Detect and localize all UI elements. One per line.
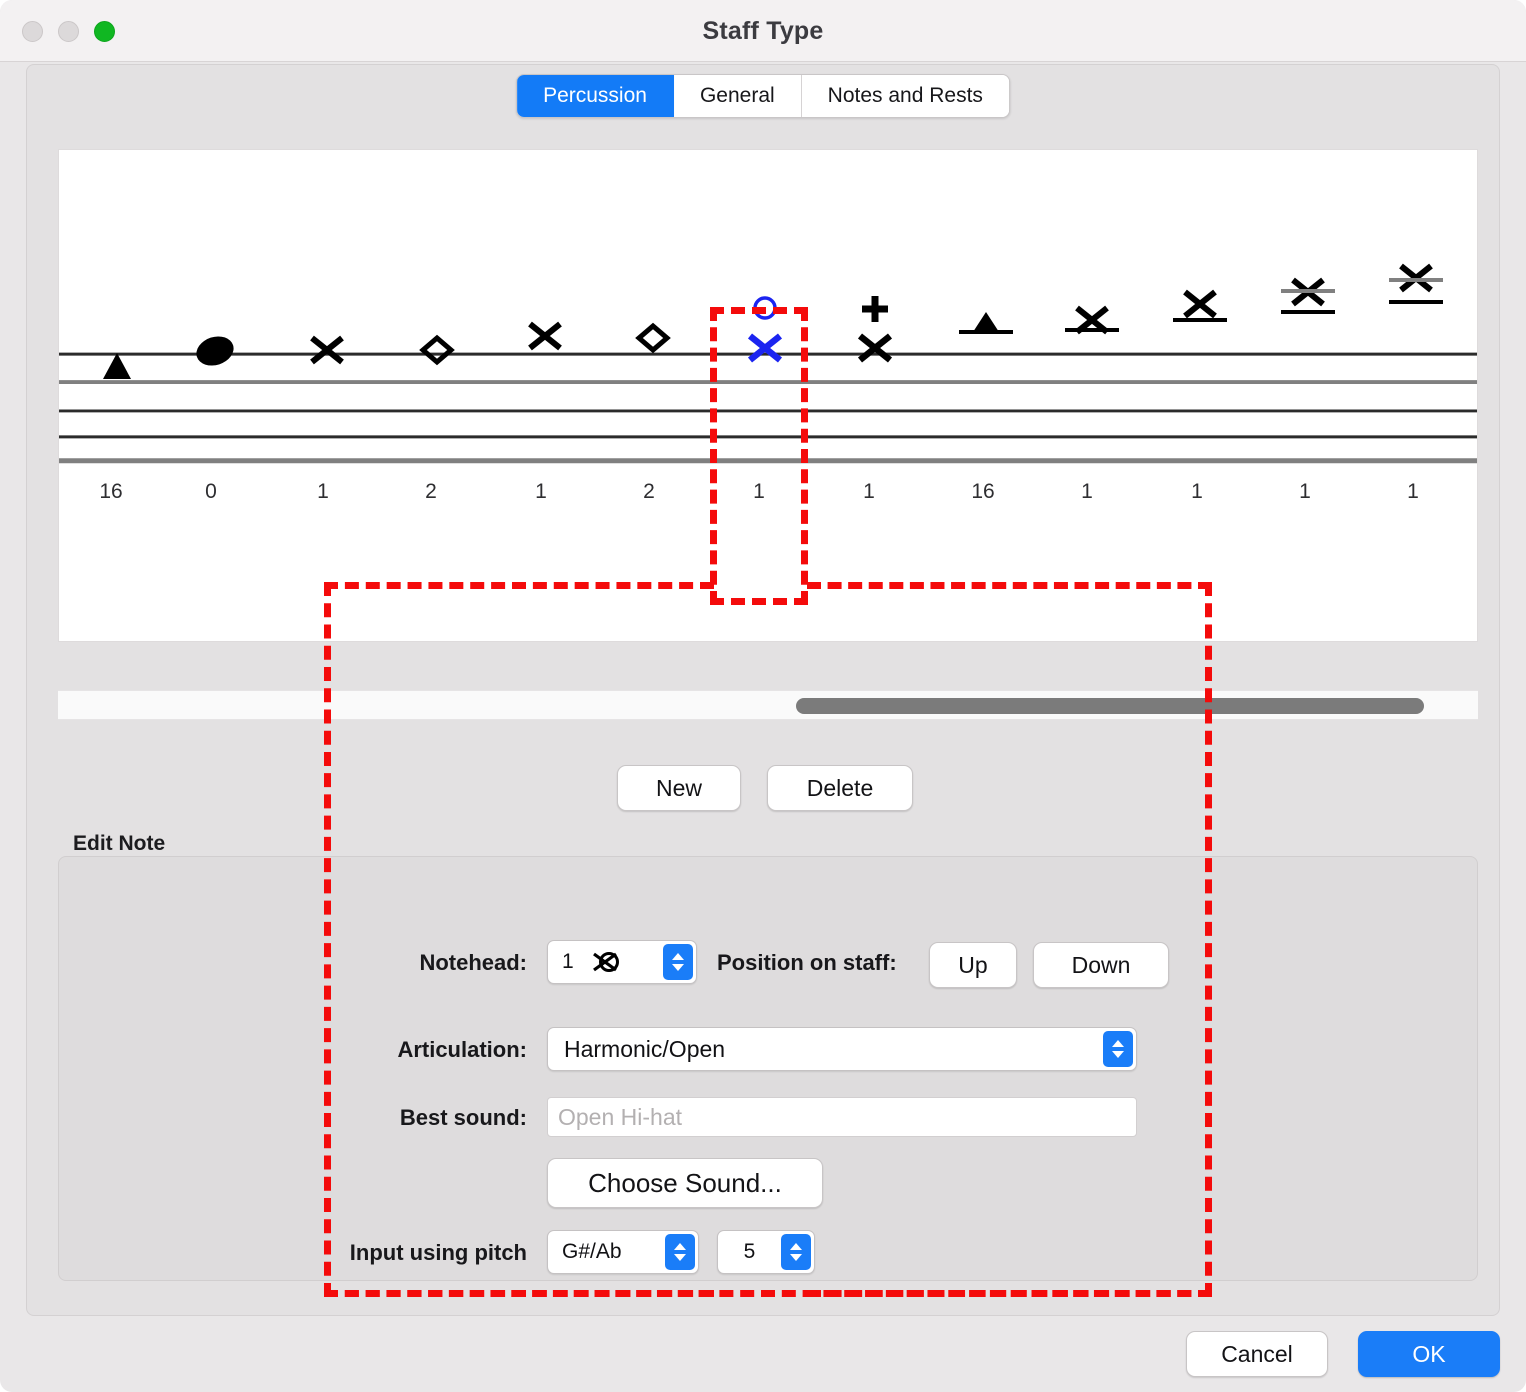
- staff-note-10[interactable]: [1169, 286, 1231, 342]
- x-notehead-double-ledger-icon: [1389, 263, 1443, 304]
- staff-note-7[interactable]: [847, 290, 903, 370]
- ok-button[interactable]: OK: [1358, 1331, 1500, 1377]
- articulation-value: Harmonic/Open: [564, 1035, 726, 1062]
- note-number-10: 1: [1191, 480, 1203, 503]
- note-number-7: 1: [863, 480, 875, 503]
- staff-note-8[interactable]: [955, 302, 1017, 350]
- octave-select[interactable]: 5: [717, 1230, 815, 1274]
- staff-note-4[interactable]: [519, 316, 571, 360]
- staff-note-1[interactable]: [189, 333, 241, 371]
- pitch-select-arrows[interactable]: [665, 1234, 695, 1270]
- notehead-index-row: 16 0 1 2 1 2 1 1 16 1 1 1 1: [59, 480, 1477, 510]
- note-number-1: 0: [205, 480, 217, 503]
- new-button[interactable]: New: [617, 765, 741, 811]
- edit-note-group-label: Edit Note: [73, 832, 166, 855]
- diamond-notehead-icon: [419, 334, 455, 366]
- note-number-12: 1: [1407, 480, 1419, 503]
- note-number-6: 1: [753, 480, 765, 503]
- staff-note-3[interactable]: [411, 330, 463, 374]
- staff-type-dialog: Staff Type Percussion General Notes and …: [0, 0, 1526, 1392]
- pitch-select[interactable]: G#/Ab: [547, 1230, 699, 1274]
- horizontal-scrollbar[interactable]: [58, 690, 1478, 720]
- notehead-label: Notehead:: [419, 950, 527, 975]
- cancel-button[interactable]: Cancel: [1186, 1331, 1328, 1377]
- octave-select-arrows[interactable]: [781, 1234, 811, 1270]
- x-notehead-ledger-icon: [1065, 305, 1119, 335]
- note-number-0: 16: [99, 480, 123, 503]
- edit-note-annotation-box-bottom: [324, 1290, 1212, 1297]
- x-notehead-harmonic-open-icon: [747, 296, 783, 363]
- note-number-5: 2: [643, 480, 655, 503]
- tab-bar: Percussion General Notes and Rests: [516, 74, 1010, 118]
- staff-note-11[interactable]: [1277, 274, 1339, 340]
- scrollbar-thumb[interactable]: [796, 698, 1424, 714]
- window-titlebar: Staff Type: [0, 0, 1526, 62]
- notehead-stepper[interactable]: 1: [547, 940, 697, 984]
- choose-sound-button[interactable]: Choose Sound...: [547, 1158, 823, 1208]
- octave-value: 5: [743, 1240, 756, 1263]
- staff-note-12[interactable]: [1385, 262, 1447, 332]
- articulation-label: Articulation:: [397, 1037, 527, 1062]
- staff-lines: [59, 352, 1477, 464]
- articulation-select[interactable]: Harmonic/Open: [547, 1027, 1137, 1071]
- position-up-button[interactable]: Up: [929, 942, 1017, 988]
- note-number-9: 1: [1081, 480, 1093, 503]
- tab-percussion[interactable]: Percussion: [517, 75, 674, 117]
- notehead-value: 1: [562, 950, 574, 973]
- input-using-pitch-label: Input using pitch: [349, 1240, 527, 1265]
- note-number-2: 1: [317, 480, 329, 503]
- x-notehead-plus-closed-icon: [857, 296, 893, 363]
- staff-note-2[interactable]: [301, 330, 353, 374]
- x-notehead-icon: [528, 321, 562, 351]
- note-number-8: 16: [971, 480, 995, 503]
- best-sound-field[interactable]: Open Hi-hat: [547, 1097, 1137, 1137]
- tab-notes-and-rests[interactable]: Notes and Rests: [801, 75, 1009, 117]
- articulation-select-arrows[interactable]: [1103, 1031, 1133, 1067]
- staff-note-9[interactable]: [1061, 300, 1123, 350]
- dialog-content-panel: Percussion General Notes and Rests 16 0 …: [26, 64, 1500, 1316]
- triangle-up-filled-icon: [103, 353, 131, 379]
- triangle-up-filled-ledger-icon: [959, 312, 1013, 334]
- note-number-11: 1: [1299, 480, 1311, 503]
- best-sound-label: Best sound:: [399, 1105, 527, 1130]
- diamond-notehead-icon: [635, 322, 671, 354]
- note-number-3: 2: [425, 480, 437, 503]
- delete-button[interactable]: Delete: [767, 765, 913, 811]
- position-on-staff-label: Position on staff:: [717, 950, 897, 975]
- page-title: Staff Type: [702, 17, 824, 45]
- x-notehead-double-ledger-icon: [1281, 277, 1335, 314]
- staff-note-5[interactable]: [627, 318, 679, 362]
- x-notehead-ledger-icon: [1173, 289, 1227, 322]
- tab-general[interactable]: General: [673, 75, 802, 117]
- staff-preview-canvas[interactable]: 16 0 1 2 1 2 1 1 16 1 1 1 1: [58, 149, 1478, 642]
- staff-note-6-selected[interactable]: [737, 290, 793, 370]
- staff-note-0[interactable]: [91, 345, 143, 389]
- x-notehead-icon: [310, 335, 344, 365]
- x-circle-notehead-icon: [592, 952, 619, 972]
- oval-filled-notehead-icon: [196, 336, 234, 366]
- note-number-4: 1: [535, 480, 547, 503]
- notehead-stepper-arrows[interactable]: [663, 944, 693, 980]
- position-down-button[interactable]: Down: [1033, 942, 1169, 988]
- pitch-value: G#/Ab: [562, 1240, 622, 1263]
